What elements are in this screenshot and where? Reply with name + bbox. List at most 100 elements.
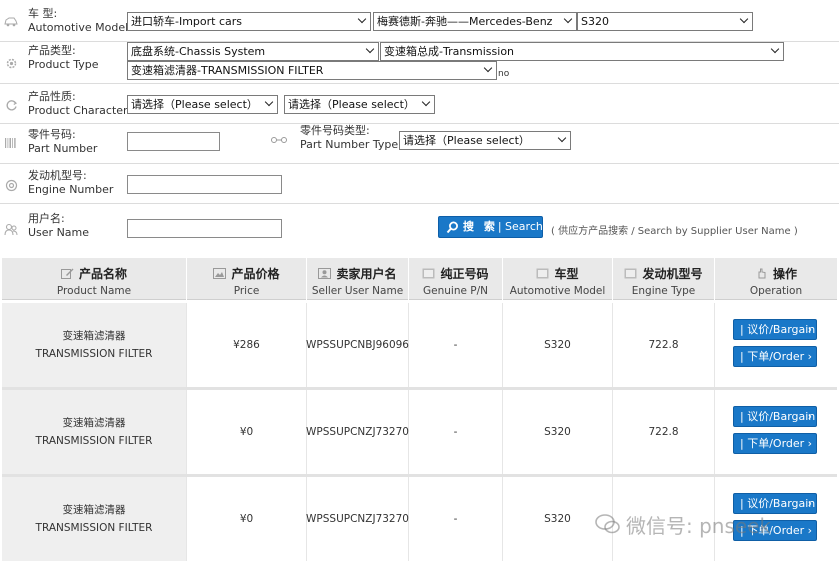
product-character-label: 产品性质: Product Character [28, 90, 128, 118]
column-cn-label: 纯正号码 [440, 267, 489, 281]
engine-cell: 722.8 [613, 303, 715, 387]
product-name-cn: 变速箱滤清器 [62, 417, 126, 429]
column-en-label: Price [233, 285, 260, 297]
chevron-down-icon [422, 99, 431, 108]
table-row: 变速箱滤清器 TRANSMISSION FILTER ¥0 WPSSUPCNZJ… [2, 390, 837, 474]
refresh-icon [3, 97, 19, 113]
part-number-input[interactable] [127, 132, 220, 151]
search-hint: ( 供应方产品搜索 / Search by Supplier User Name… [551, 226, 798, 237]
column-cn-label: 发动机型号 [642, 267, 703, 281]
column-model: 车型 Automotive Model [503, 258, 613, 300]
column-cn-label: 操作 [772, 267, 797, 281]
product-name-cell: 变速箱滤清器 TRANSMISSION FILTER [2, 303, 187, 387]
user-card-icon [318, 268, 332, 279]
label-cn: 零件号码: [28, 128, 76, 141]
engine-number-label: 发动机型号: Engine Number [28, 169, 113, 197]
order-button[interactable]: | 下单/Order › [733, 346, 817, 367]
seller-cell[interactable]: WPSSUPCNZJ73270 [306, 390, 409, 474]
automotive-category-select[interactable]: 进口轿车-Import cars [127, 12, 371, 31]
select-value: 底盘系统-Chassis System [131, 45, 266, 58]
price-cell: ¥0 [187, 477, 307, 561]
image-icon [213, 268, 227, 279]
label-cn: 车 型: [28, 7, 58, 20]
label-en: Part Number [28, 142, 98, 155]
automotive-model-row: 车 型: Automotive Model 进口轿车-Import cars 梅… [0, 0, 839, 42]
automotive-model-label: 车 型: Automotive Model [28, 7, 128, 35]
chevron-right-icon: › [807, 524, 812, 537]
bargain-button[interactable]: | 议价/Bargain › [733, 319, 817, 340]
product-name-en: TRANSMISSION FILTER [35, 435, 153, 447]
column-cn-label: 卖家用户名 [336, 267, 397, 281]
product-assembly-select[interactable]: 变速箱总成-Transmission [380, 42, 784, 61]
search-button[interactable]: 搜 索| Search [438, 216, 543, 238]
column-title-cn: 操作 [715, 265, 837, 282]
product-type-label: 产品类型: Product Type [28, 44, 99, 72]
users-icon [3, 221, 19, 237]
table-row: 变速箱滤清器 TRANSMISSION FILTER ¥286 WPSSUPCN… [2, 303, 837, 387]
user-name-input[interactable] [127, 219, 282, 238]
watermark: 微信号: pnseek [626, 514, 772, 538]
genuine-pn-cell: - [409, 303, 503, 387]
product-name-cell: 变速箱滤清器 TRANSMISSION FILTER [2, 390, 187, 474]
label-en: Engine Number [28, 183, 114, 196]
wechat-logo-icon [594, 513, 622, 535]
part-number-type-select[interactable]: 请选择（Please select） [399, 131, 571, 150]
order-button-label: | 下单/Order [740, 437, 805, 450]
link-icon [270, 134, 288, 146]
column-en-label: Engine Type [631, 285, 696, 297]
edit-icon [60, 268, 74, 279]
column-en-label: Operation [749, 285, 803, 297]
order-button[interactable]: | 下单/Order › [733, 433, 817, 454]
label-en: Product Character [28, 104, 128, 117]
product-character-select-1[interactable]: 请选择（Please select） [127, 95, 278, 114]
product-character-select-2[interactable]: 请选择（Please select） [284, 95, 435, 114]
automotive-model-select[interactable]: S320 [577, 12, 753, 31]
automotive-brand-select[interactable]: 梅赛德斯-奔驰——Mercedes-Benz [373, 12, 577, 31]
user-name-label: 用户名: User Name [28, 212, 89, 240]
engine-cell: 722.8 [613, 390, 715, 474]
genuine-pn-cell: - [409, 477, 503, 561]
price-cell: ¥286 [187, 303, 307, 387]
price-cell: ¥0 [187, 390, 307, 474]
column-en-label: Product Name [56, 285, 132, 297]
chevron-down-icon [558, 135, 567, 144]
select-value: 请选择（Please select） [131, 98, 258, 111]
chevron-down-icon [366, 46, 375, 55]
column-title-cn: 发动机型号 [613, 265, 714, 282]
column-en-label: Automotive Model [509, 285, 606, 297]
car-icon [536, 268, 549, 279]
label-cn: 零件号码类型: [300, 124, 370, 137]
model-cell: S320 [503, 303, 613, 387]
column-genuine-pn: 纯正号码 Genuine P/N [409, 258, 503, 300]
engine-number-row: 发动机型号: Engine Number [0, 164, 839, 204]
bargain-button[interactable]: | 议价/Bargain › [733, 406, 817, 427]
product-system-select[interactable]: 底盘系统-Chassis System [127, 42, 379, 61]
select-value: 梅赛德斯-奔驰——Mercedes-Benz [377, 15, 553, 28]
product-name-en: TRANSMISSION FILTER [35, 522, 153, 534]
product-type-row: 产品类型: Product Type 底盘系统-Chassis System 变… [0, 42, 839, 84]
seller-cell[interactable]: WPSSUPCNZJ73270 [306, 477, 409, 561]
chevron-down-icon [740, 16, 749, 25]
car-icon [3, 14, 19, 30]
engine-number-input[interactable] [127, 175, 282, 194]
product-part-select[interactable]: 变速箱滤清器-TRANSMISSION FILTER [127, 61, 497, 80]
column-operation: 操作 Operation [715, 258, 837, 300]
label-cn: 产品性质: [28, 90, 76, 103]
chevron-right-icon: › [807, 497, 812, 510]
barcode-icon [3, 135, 19, 151]
seller-cell[interactable]: WPSSUPCNBJ96096 [306, 303, 409, 387]
label-cn: 产品类型: [28, 44, 76, 57]
chevron-down-icon [771, 46, 780, 55]
engine-icon [3, 177, 19, 193]
column-title-cn: 车型 [503, 265, 612, 282]
product-character-row: 产品性质: Product Character 请选择（Please selec… [0, 84, 839, 124]
product-name-cell: 变速箱滤清器 TRANSMISSION FILTER [2, 477, 187, 561]
select-value: 变速箱滤清器-TRANSMISSION FILTER [131, 64, 324, 77]
label-en: Automotive Model [28, 21, 129, 34]
label-en: Part Number Type [300, 138, 399, 151]
no-marker: no [498, 69, 510, 79]
search-form: 车 型: Automotive Model 进口轿车-Import cars 梅… [0, 0, 839, 252]
column-engine: 发动机型号 Engine Type [613, 258, 715, 300]
column-price: 产品价格 Price [187, 258, 307, 300]
chevron-down-icon [265, 99, 274, 108]
